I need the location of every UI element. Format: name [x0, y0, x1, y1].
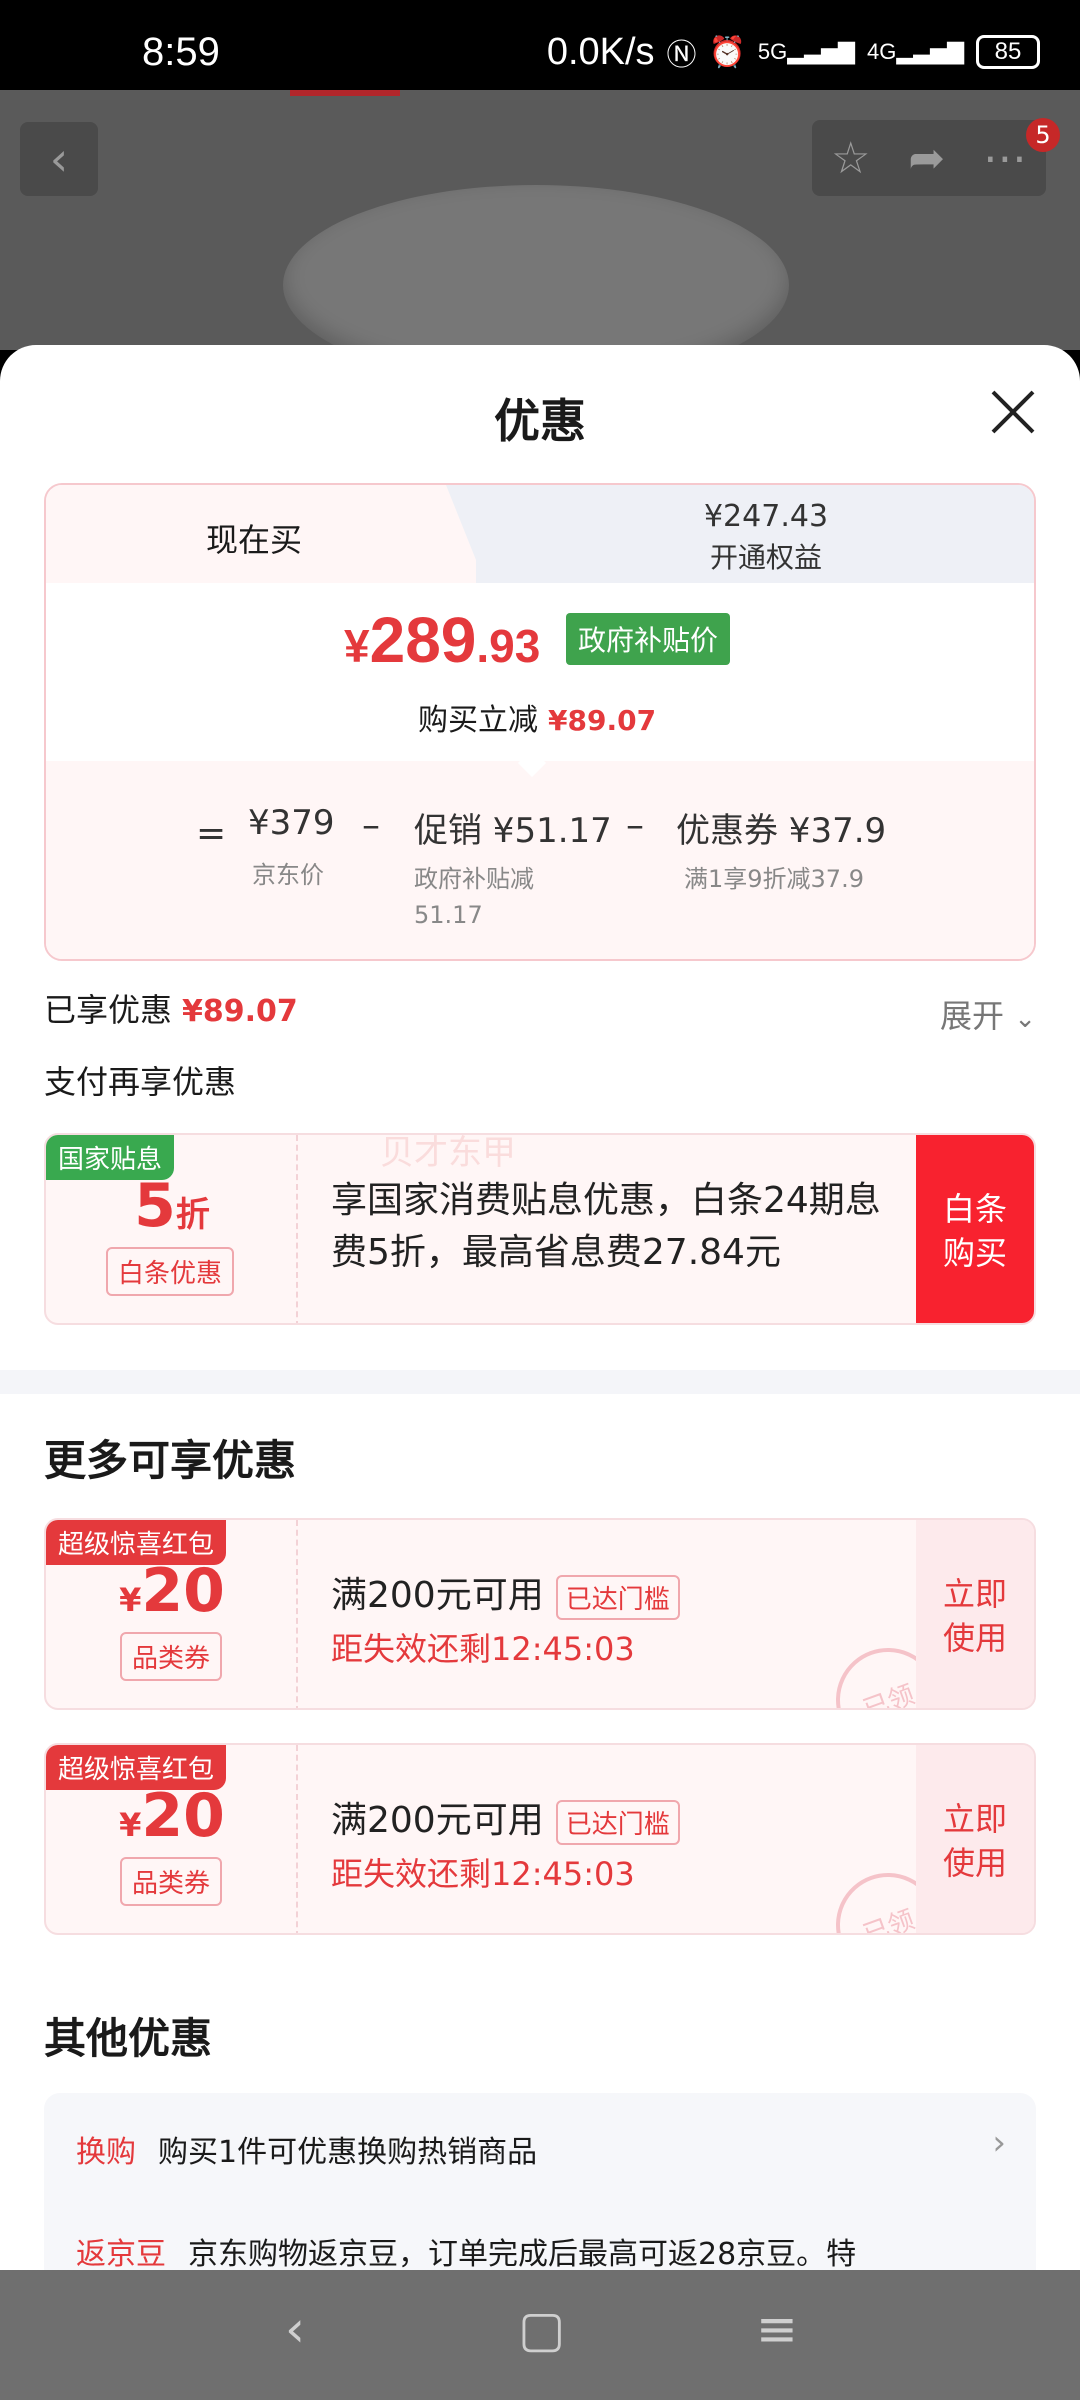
minus-sign: – — [626, 805, 644, 846]
gov-subsidy-tag: 政府补贴价 — [566, 613, 731, 665]
signal-icon: 4G▂▃▅▇ — [866, 39, 964, 64]
vip-price: ¥247.43 — [703, 499, 829, 534]
chevron-down-icon: ⌄ — [1014, 1004, 1036, 1034]
system-nav-bar: ‹ ▢ ≡ — [0, 2270, 1080, 2400]
tab-buy-now-label: 现在买 — [206, 521, 303, 559]
coupon-condition: 满200元可用 已达门槛 — [331, 1566, 680, 1620]
pay-more-label: 支付再享优惠 — [44, 1063, 237, 1101]
use-now-button[interactable]: 立即使用 — [916, 1745, 1034, 1933]
coupon-card: ¥20 品类券 超级惊喜红包 满200元可用 已达门槛 距失效还剩12:45:03… — [44, 1518, 1036, 1710]
jd-price: ¥379 — [248, 803, 335, 843]
price-tabs: 现在买 ¥247.43 开通权益 — [46, 485, 1034, 585]
minus-sign: – — [362, 805, 380, 846]
baitiao-discount: 5折 — [134, 1171, 210, 1241]
nav-home-icon[interactable]: ▢ — [518, 2300, 565, 2358]
jd-price-label: 京东价 — [252, 861, 324, 889]
share-icon[interactable]: ➦ — [908, 133, 945, 184]
net-speed: 0.0K/s — [546, 30, 655, 73]
equals-sign: = — [196, 813, 227, 854]
threshold-reached-badge: 已达门槛 — [555, 1574, 680, 1620]
back-button[interactable]: ‹ — [20, 122, 98, 196]
coupon-tag: 超级惊喜红包 — [46, 1520, 227, 1565]
final-price-block: ¥289.93 政府补贴价 购买立减 ¥89.07 — [46, 583, 1034, 761]
vip-label: 开通权益 — [709, 541, 822, 574]
status-icons: 0.0K/s Ⓝ ⏰ 5G▂▃▅▇ 4G▂▃▅▇ 85 — [547, 30, 1040, 74]
baitiao-sub-label: 白条优惠 — [106, 1247, 235, 1296]
status-bar: 8:59 0.0K/s Ⓝ ⏰ 5G▂▃▅▇ 4G▂▃▅▇ 85 — [0, 0, 1080, 90]
expand-button[interactable]: 展开 ⌄ — [940, 991, 1036, 1037]
coupon-sub: 满1享9折减37.9 — [684, 865, 864, 893]
chevron-right-icon: › — [992, 2123, 1006, 2163]
use-now-button[interactable]: 立即使用 — [916, 1520, 1034, 1708]
price-card: 现在买 ¥247.43 开通权益 ¥289.93 政府补贴价 购买立减 ¥89.0… — [44, 483, 1036, 961]
nav-back-icon[interactable]: ‹ — [285, 2300, 305, 2358]
section-divider — [0, 1370, 1080, 1394]
final-price: ¥289.93 — [344, 604, 541, 676]
coupon-condition: 满200元可用 已达门槛 — [331, 1791, 680, 1845]
action-group: ☆ ➦ ⋯ — [812, 120, 1046, 196]
threshold-reached-badge: 已达门槛 — [555, 1799, 680, 1845]
sheet-title: 优惠 — [494, 394, 586, 448]
other-offers-title: 其他优惠 — [44, 2014, 213, 2063]
coupon-value: ¥20 — [119, 1781, 225, 1851]
national-subsidy-tag: 国家贴息 — [46, 1135, 175, 1180]
close-icon[interactable] — [988, 387, 1038, 437]
other-offers-list: 换购 购买1件可优惠换购热销商品 › 返京豆 京东购物返京豆，订单完成后最高可返28… — [44, 2093, 1036, 2270]
watermark: 贝才东甲 — [380, 1133, 516, 1173]
battery-icon: 85 — [976, 35, 1040, 69]
alarm-icon: ⏰ — [708, 35, 746, 69]
coupon-type: 品类券 — [120, 1632, 223, 1681]
instant-discount: 购买立减 ¥89.07 — [418, 703, 657, 738]
tab-vip-benefit[interactable]: ¥247.43 开通权益 — [546, 499, 986, 576]
status-time: 8:59 — [142, 30, 220, 74]
coupon-expiry: 距失效还剩12:45:03 — [331, 1630, 635, 1668]
coupon-amount: 优惠券 ¥37.9 — [676, 811, 887, 851]
message-badge: 5 — [1026, 118, 1060, 152]
price-breakdown: ¥289.93 政府补贴价 购买立减 ¥89.07 = ¥379 京东价 – 促销… — [46, 583, 1034, 959]
coupon-card: ¥20 品类券 超级惊喜红包 满200元可用 已达门槛 距失效还剩12:45:03… — [44, 1743, 1036, 1935]
promo-sub-line1: 政府补贴减 — [414, 865, 534, 893]
coupon-type: 品类券 — [120, 1857, 223, 1906]
favorite-star-icon[interactable]: ☆ — [831, 133, 870, 184]
promo-sub-line2: 51.17 — [414, 901, 483, 929]
product-image — [283, 185, 789, 350]
baitiao-description: 享国家消费贴息优惠，白条24期息费5折，最高省息费27.84元 — [331, 1180, 881, 1273]
enjoyed-discount: 已享优惠 ¥89.07 — [44, 991, 298, 1029]
more-icon[interactable]: ⋯ — [983, 133, 1027, 184]
coupon-expiry: 距失效还剩12:45:03 — [331, 1855, 635, 1893]
promo-amount: 促销 ¥51.17 — [414, 811, 612, 851]
coupon-value: ¥20 — [119, 1556, 225, 1626]
coupon-tag: 超级惊喜红包 — [46, 1745, 227, 1790]
more-offers-title: 更多可享优惠 — [44, 1436, 297, 1485]
price-formula: = ¥379 京东价 – 促销 ¥51.17 政府补贴减 51.17 – 优惠券… — [46, 783, 1034, 959]
discount-sheet: 优惠 现在买 ¥247.43 开通权益 ¥289.93 政府补贴价 购买立减 ¥8… — [0, 345, 1080, 2270]
nfc-icon: Ⓝ — [666, 39, 697, 72]
list-item[interactable]: 换购 购买1件可优惠换购热销商品 — [76, 2127, 537, 2171]
list-item[interactable]: 返京豆 京东购物返京豆，订单完成后最高可返28京豆。特 — [76, 2229, 856, 2270]
signal-icon: 5G▂▃▅▇ — [757, 39, 855, 64]
nav-menu-icon[interactable]: ≡ — [756, 2300, 798, 2358]
tab-indicator — [290, 90, 400, 96]
chevron-left-icon: ‹ — [49, 132, 69, 186]
product-page-backdrop: ‹ ☆ ➦ ⋯ 5 — [0, 90, 1080, 350]
baitiao-offer-card: 5折 白条优惠 国家贴息 享国家消费贴息优惠，白条24期息费5折，最高省息费27… — [44, 1133, 1036, 1325]
baitiao-buy-button[interactable]: 白条购买 — [916, 1135, 1034, 1323]
